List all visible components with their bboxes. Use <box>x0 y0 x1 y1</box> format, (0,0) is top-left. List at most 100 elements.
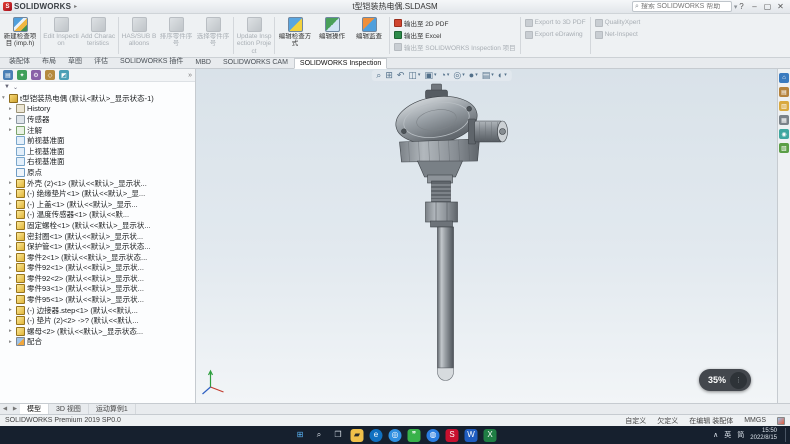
chevron-down-icon[interactable]: ▾ <box>491 73 494 78</box>
update-inspection-project-button[interactable]: Update Inspection Project <box>236 15 272 56</box>
displaymanager-tab[interactable]: ◩ <box>59 70 69 80</box>
chevron-down-icon[interactable]: ▾ <box>504 73 507 78</box>
minimize-button[interactable]: – <box>748 2 761 11</box>
tree-item-part-fixing-bolt[interactable]: ▸固定螺栓<1> (默认<<默认>_显示状... <box>0 220 195 231</box>
expand-arrow-icon[interactable]: ▸ <box>9 127 16 133</box>
tree-item-part-shell[interactable]: ▸外壳 (2)<1> (默认<<默认>_显示状... <box>0 178 195 189</box>
edit-inspection-method-button[interactable]: 编辑检查方式 <box>277 15 313 56</box>
expand-arrow-icon[interactable]: ▸ <box>9 307 16 313</box>
word-icon[interactable]: W <box>465 429 478 442</box>
tab-mbd[interactable]: MBD <box>189 57 217 68</box>
search-input[interactable] <box>641 3 732 10</box>
hidden-icons-chevron[interactable]: ∧ <box>713 431 718 439</box>
tree-item-right-plane[interactable]: 右视基准面 <box>0 157 195 168</box>
tab-sw-cam[interactable]: SOLIDWORKS CAM <box>217 57 294 68</box>
featuremanager-tab[interactable]: ▤ <box>3 70 13 80</box>
doctab-3d-views[interactable]: 3D 视图 <box>49 404 89 414</box>
edit-operation-button[interactable]: 编辑操作 <box>314 15 350 56</box>
menu-expand-arrow-icon[interactable]: ▸ <box>74 3 77 10</box>
tree-item-annotations[interactable]: ▸注解 <box>0 125 195 136</box>
filter-funnel-icon[interactable]: ▼ <box>4 84 10 90</box>
propertymanager-tab[interactable]: ✦ <box>17 70 27 80</box>
expand-arrow-icon[interactable]: ▸ <box>9 106 16 112</box>
tree-item-mates[interactable]: ▸配合 <box>0 337 195 348</box>
hide-show-items-button[interactable]: ◎▾ <box>453 71 464 80</box>
tree-item-top-plane[interactable]: 上视基准面 <box>0 146 195 157</box>
tree-item-part-protect-tube[interactable]: ▸保护管<1> (默认<<默认>_显示状态... <box>0 241 195 252</box>
tab-layout[interactable]: 布局 <box>36 54 62 68</box>
show-desktop-button[interactable] <box>785 428 787 442</box>
tree-item-part-nut[interactable]: ▸螺母<2> (默认<<默认>_显示状态... <box>0 326 195 337</box>
search-icon[interactable]: ⌕ <box>313 429 326 442</box>
has-sub-balloons-button[interactable]: HAS/SUB Balloons <box>121 15 157 56</box>
tree-item-part-gasket[interactable]: ▸(-) 垫片 (2)<2> ->? (默认<<默认... <box>0 315 195 326</box>
help-button[interactable]: ? <box>735 2 748 11</box>
viewport-canvas[interactable]: ⌕⊞↶◫▾▣▾◔▾◎▾●▾▤▾◐▾ <box>196 69 777 403</box>
tab-sw-inspection[interactable]: SOLIDWORKS Inspection <box>294 58 387 69</box>
tree-item-part-top-cover[interactable]: ▸(-) 上盖<1> (默认<<默认>_显示... <box>0 199 195 210</box>
tree-item-history[interactable]: ▸History <box>0 104 195 115</box>
tree-item-part-temp-sensor[interactable]: ▸(-) 温度传感器<1> (默认<<默... <box>0 210 195 221</box>
configurationmanager-tab[interactable]: ⚙ <box>31 70 41 80</box>
tree-item-part-93[interactable]: ▸零件93<1> (默认<<默认>_显示状... <box>0 284 195 295</box>
file-explorer-pane-icon[interactable]: ▥ <box>779 101 789 111</box>
edit-inspection-button[interactable]: Edit Inspection <box>43 15 79 56</box>
expand-arrow-icon[interactable]: ▸ <box>9 222 16 228</box>
expand-arrow-icon[interactable]: ▸ <box>9 191 16 197</box>
model-3d[interactable] <box>196 69 777 403</box>
expand-arrow-icon[interactable]: ▸ <box>9 116 16 122</box>
design-library-icon[interactable]: ▤ <box>779 87 789 97</box>
taskbar-clock[interactable]: 15:50 2022/8/15 <box>750 428 777 442</box>
capture-menu-icon[interactable]: ⋮ <box>730 372 747 389</box>
doctab-model[interactable]: 模型 <box>20 404 49 414</box>
tree-item-root[interactable]: ▾t型铠装热电偶 (默认<默认>_显示状态-1) <box>0 93 195 104</box>
view-palette-icon[interactable]: ▦ <box>779 115 789 125</box>
tree-item-part-95[interactable]: ▸零件95<1> (默认<<默认>_显示状... <box>0 294 195 305</box>
new-inspection-project-button[interactable]: 新建检查项目 (imp.h) <box>2 15 38 56</box>
tree-item-part-92-1[interactable]: ▸零件92<1> (默认<<默认>_显示状... <box>0 263 195 274</box>
expand-arrow-icon[interactable]: ▸ <box>9 212 16 218</box>
zoom-area-button[interactable]: ⊞ <box>385 71 393 80</box>
expand-arrow-icon[interactable]: ▸ <box>9 318 16 324</box>
tabs-scroll-left[interactable]: ◀ <box>0 404 10 414</box>
edit-appearance-button[interactable]: ●▾ <box>469 71 478 80</box>
tab-sketch[interactable]: 草图 <box>62 54 88 68</box>
tree-item-front-plane[interactable]: 前视基准面 <box>0 135 195 146</box>
tabs-scroll-right[interactable]: ▶ <box>10 404 20 414</box>
expand-arrow-icon[interactable]: ▸ <box>9 275 16 281</box>
display-style-button[interactable]: ◔▾ <box>440 71 449 80</box>
chevron-down-icon[interactable]: ▾ <box>447 73 450 78</box>
view-orientation-button[interactable]: ▣▾ <box>424 71 436 80</box>
expand-arrow-icon[interactable]: ▾ <box>2 95 9 101</box>
ime-language-indicator[interactable]: 英 <box>724 430 731 440</box>
maximize-button[interactable]: ▢ <box>761 2 774 11</box>
start-icon[interactable]: ⊞ <box>294 429 307 442</box>
dimxpertmanager-tab[interactable]: ◇ <box>45 70 55 80</box>
export-2d-pdf-button[interactable]: 输出至 2D PDF <box>394 17 516 28</box>
export-sw-inspection-button[interactable]: 输出至 SOLIDWORKS Inspection 项目 <box>394 41 516 52</box>
expand-arrow-icon[interactable]: ▸ <box>9 254 16 260</box>
tree-item-part-92-2[interactable]: ▸零件92<2> (默认<<默认>_显示状... <box>0 273 195 284</box>
capture-overlay-widget[interactable]: 35% ⋮ <box>699 369 751 391</box>
add-characteristics-button[interactable]: Add Characteristics <box>80 15 116 56</box>
sort-balloons-button[interactable]: 排序零件序号 <box>158 15 194 56</box>
export-excel-button[interactable]: 输出至 Excel <box>394 29 516 40</box>
tree-item-part-connector-step[interactable]: ▸(-) 边接器.step<1> (默认<<默认... <box>0 305 195 316</box>
tree-item-origin[interactable]: 原点 <box>0 167 195 178</box>
wechat-icon[interactable]: ❞ <box>408 429 421 442</box>
tab-sw-addins[interactable]: SOLIDWORKS 插件 <box>114 54 189 68</box>
solidworks-app-icon[interactable]: S <box>446 429 459 442</box>
section-view-button[interactable]: ◫▾ <box>408 71 420 80</box>
tree-item-part-2[interactable]: ▸零件2<1> (默认<<默认>_显示状态... <box>0 252 195 263</box>
qualityxpert-button[interactable]: QualityXpert <box>595 17 641 28</box>
edit-monitor-button[interactable]: 编辑监查 <box>351 15 387 56</box>
view-settings-button[interactable]: ◐▾ <box>498 71 507 80</box>
expand-arrow-icon[interactable]: ▸ <box>9 339 16 345</box>
tree-item-part-insulation-gasket[interactable]: ▸(-) 绝缘垫片<1> (默认<<默认>_显... <box>0 188 195 199</box>
select-balloons-button[interactable]: 选择零件序号 <box>195 15 231 56</box>
apply-scene-button[interactable]: ▤▾ <box>482 71 494 80</box>
tab-assembly[interactable]: 装配体 <box>3 54 36 68</box>
excel-icon[interactable]: X <box>484 429 497 442</box>
cloud-drive-icon[interactable]: ◍ <box>427 429 440 442</box>
chevron-down-icon[interactable]: ▾ <box>418 73 421 78</box>
